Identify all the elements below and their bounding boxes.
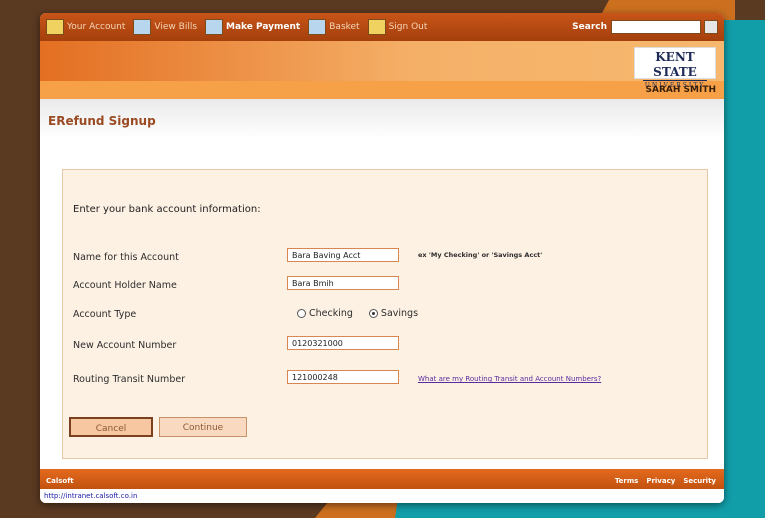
footer-terms-link[interactable]: Terms <box>615 477 639 485</box>
checking-label: Checking <box>309 308 353 319</box>
account-name-input[interactable]: Bara Baving Acct <box>287 248 399 262</box>
account-number-input[interactable]: 0120321000 <box>287 336 399 350</box>
holder-name-label: Account Holder Name <box>73 280 177 291</box>
logo-line2: UNIVERSITY <box>643 80 707 89</box>
footer-links: Terms Privacy Security <box>615 477 716 485</box>
footer: Calsoft Terms Privacy Security <box>40 469 724 489</box>
bills-icon <box>133 19 152 35</box>
nav-label: Basket <box>329 22 360 32</box>
routing-help-link[interactable]: What are my Routing Transit and Account … <box>418 375 601 383</box>
kent-state-logo: KENT STATE UNIVERSITY <box>634 47 716 89</box>
logo-line1: KENT STATE <box>653 50 697 79</box>
status-bar-url: http://intranet.calsoft.co.in <box>40 489 724 503</box>
search-label: Search <box>572 22 607 32</box>
footer-brand: Calsoft <box>46 477 74 485</box>
savings-label: Savings <box>380 308 419 319</box>
nav-label: Sign Out <box>388 22 428 32</box>
top-navigation-bar: Your Account View Bills Make Payment Bas… <box>40 13 724 41</box>
page-title: ERefund Signup <box>40 99 724 139</box>
account-number-label: New Account Number <box>73 340 177 351</box>
account-type-group: Checking Savings <box>297 308 434 319</box>
nav-label: View Bills <box>154 22 198 32</box>
continue-button[interactable]: Continue <box>159 417 247 437</box>
nav-basket[interactable]: Basket <box>308 19 360 35</box>
erefund-form: Enter your bank account information: Nam… <box>62 169 708 459</box>
form-intro: Enter your bank account information: <box>73 204 261 215</box>
search-input[interactable] <box>611 20 701 34</box>
routing-number-label: Routing Transit Number <box>73 374 186 385</box>
holder-name-input[interactable]: Bara Bmih <box>287 276 399 290</box>
account-name-label: Name for this Account <box>73 252 179 263</box>
cancel-button[interactable]: Cancel <box>69 417 153 437</box>
payment-icon <box>205 19 224 35</box>
routing-number-input[interactable]: 121000248 <box>287 370 399 384</box>
checking-radio[interactable] <box>297 309 306 318</box>
footer-security-link[interactable]: Security <box>683 477 716 485</box>
user-name: SARAH SMITH <box>40 81 724 99</box>
nav-your-account[interactable]: Your Account <box>46 19 125 35</box>
basket-icon <box>308 19 327 35</box>
footer-privacy-link[interactable]: Privacy <box>646 477 675 485</box>
search-button[interactable] <box>704 20 718 34</box>
signout-icon <box>367 19 386 35</box>
header-banner: KENT STATE UNIVERSITY <box>40 41 724 89</box>
savings-radio[interactable] <box>368 309 378 318</box>
nav-make-payment[interactable]: Make Payment <box>205 19 300 35</box>
browser-window: Your Account View Bills Make Payment Bas… <box>40 13 724 503</box>
nav-view-bills[interactable]: View Bills <box>133 19 197 35</box>
account-name-hint: ex 'My Checking' or 'Savings Acct' <box>418 251 543 259</box>
account-icon <box>46 19 64 35</box>
nav-label: Make Payment <box>226 22 301 32</box>
account-type-label: Account Type <box>73 309 137 320</box>
nav-sign-out[interactable]: Sign Out <box>367 19 428 35</box>
nav-label: Your Account <box>67 22 126 32</box>
